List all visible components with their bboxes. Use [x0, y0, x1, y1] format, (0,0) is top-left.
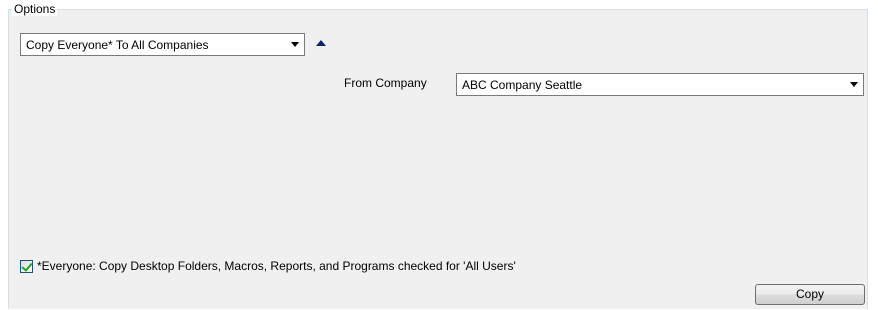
- options-panel: Options Copy Everyone* To All Companies …: [0, 0, 878, 310]
- collapse-toggle-icon[interactable]: [316, 40, 326, 46]
- options-group-title: Options: [12, 2, 58, 16]
- chevron-down-icon: [291, 42, 299, 47]
- everyone-checkbox-label[interactable]: *Everyone: Copy Desktop Folders, Macros,…: [37, 259, 516, 273]
- everyone-checkbox-row[interactable]: *Everyone: Copy Desktop Folders, Macros,…: [20, 258, 516, 274]
- from-company-selected-value: ABC Company Seattle: [462, 78, 583, 92]
- copy-mode-select[interactable]: Copy Everyone* To All Companies: [20, 33, 305, 56]
- chevron-down-icon: [850, 82, 858, 87]
- everyone-checkbox[interactable]: [20, 259, 33, 273]
- from-company-select[interactable]: ABC Company Seattle: [456, 73, 864, 96]
- checkmark-icon: [21, 259, 33, 272]
- copy-button[interactable]: Copy: [755, 284, 865, 305]
- copy-mode-selected-value: Copy Everyone* To All Companies: [26, 38, 209, 52]
- from-company-label: From Company: [344, 76, 427, 90]
